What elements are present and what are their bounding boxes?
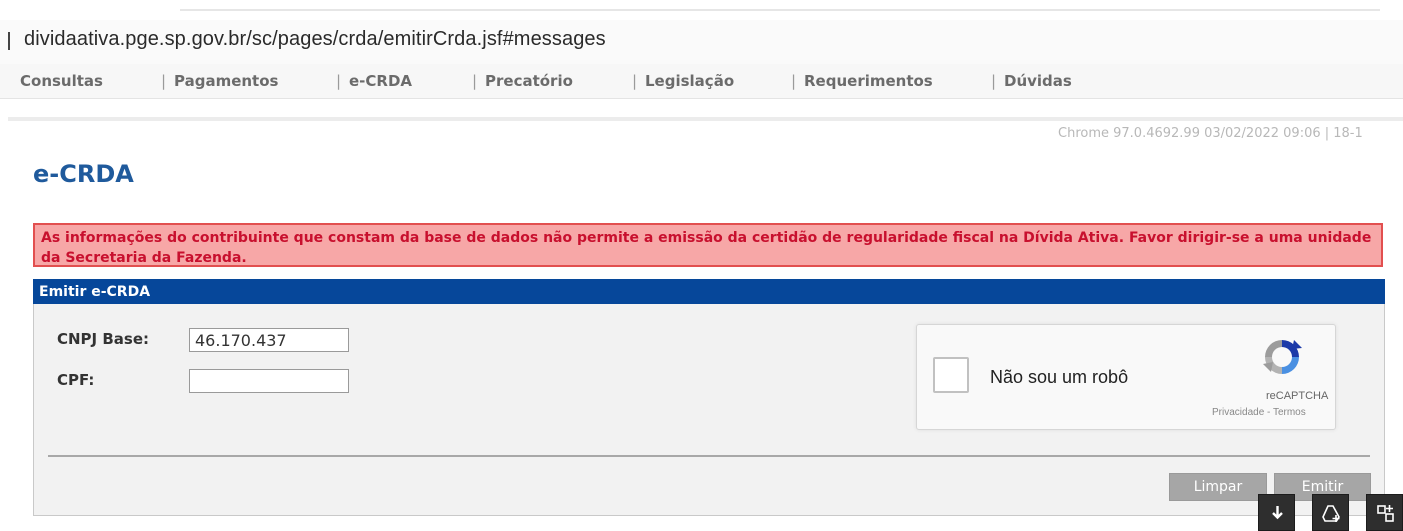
form-divider: [48, 455, 1370, 457]
nav-item-pagamentos[interactable]: Pagamentos: [174, 72, 278, 90]
nav-item-consultas[interactable]: Consultas: [20, 72, 103, 90]
panel-header-title: Emitir e-CRDA: [39, 284, 151, 300]
browser-top-divider: [180, 9, 1380, 11]
url-text[interactable]: dividaativa.pge.sp.gov.br/sc/pages/crda/…: [24, 28, 606, 51]
content-top-border: [8, 117, 1403, 121]
clear-button[interactable]: Limpar: [1169, 473, 1267, 501]
error-message: As informações do contribuinte que const…: [33, 223, 1383, 267]
page-title: e-CRDA: [33, 160, 134, 188]
browser-info: Chrome 97.0.4692.99 03/02/2022 09:06 | 1…: [1058, 126, 1363, 141]
nav-item-requerimentos[interactable]: Requerimentos: [804, 72, 933, 90]
nav-separator: |: [991, 72, 997, 90]
nav-item-legislacao[interactable]: Legislação: [645, 72, 734, 90]
nav-item-precatorio[interactable]: Precatório: [485, 72, 573, 90]
nav-separator: |: [632, 72, 638, 90]
screenshot-tool-icon: [1377, 505, 1394, 522]
recaptcha-logo-icon: [1263, 340, 1302, 374]
recaptcha-brand: reCAPTCHA: [1266, 390, 1329, 402]
panel-header: [33, 279, 1385, 304]
recaptcha-label: Não sou um robô: [990, 367, 1129, 387]
nav-separator: |: [161, 72, 167, 90]
download-button[interactable]: [1258, 494, 1295, 531]
cpf-label: CPF:: [57, 371, 95, 389]
recaptcha-terms-link[interactable]: Privacidade - Termos: [1212, 407, 1306, 418]
add-to-drive-button[interactable]: [1312, 494, 1349, 531]
screenshot-tool-button[interactable]: [1366, 494, 1403, 531]
nav-item-e-crda[interactable]: e-CRDA: [349, 72, 412, 90]
add-to-drive-icon: [1322, 505, 1340, 522]
nav-item-duvidas[interactable]: Dúvidas: [1004, 72, 1072, 90]
address-bar-cursor: [8, 32, 10, 50]
cpf-field[interactable]: [189, 369, 349, 393]
nav-separator: |: [791, 72, 797, 90]
nav-separator: |: [336, 72, 342, 90]
nav-separator: |: [472, 72, 478, 90]
cnpj-label: CNPJ Base:: [57, 330, 150, 348]
download-icon: [1272, 506, 1283, 520]
nav-spacer: [0, 99, 1403, 117]
cnpj-field[interactable]: 46.170.437: [189, 328, 349, 352]
recaptcha-checkbox[interactable]: [933, 357, 969, 393]
